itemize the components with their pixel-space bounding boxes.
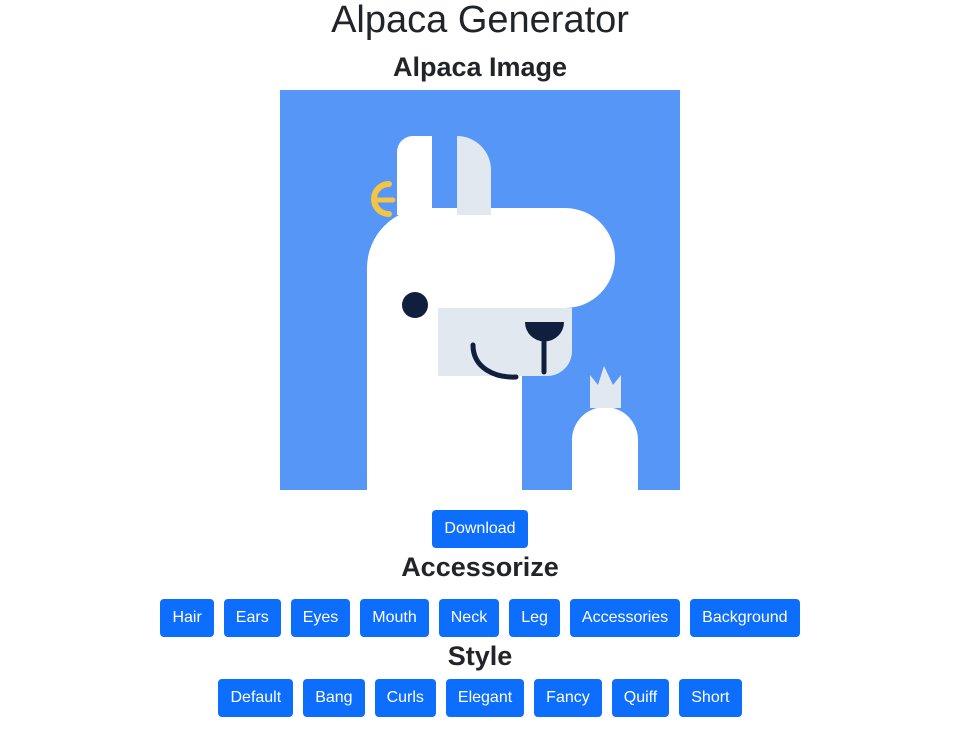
accessorize-hair-button[interactable]: Hair <box>160 599 214 637</box>
alpaca-ear-left <box>397 136 432 215</box>
style-elegant-button[interactable]: Elegant <box>445 679 525 717</box>
accessorize-mouth-button[interactable]: Mouth <box>360 599 429 637</box>
style-button-row: Default Bang Curls Elegant Fancy Quiff S… <box>0 679 960 717</box>
alpaca-muzzle <box>438 308 572 376</box>
accessorize-neck-button[interactable]: Neck <box>438 599 500 637</box>
style-short-button[interactable]: Short <box>679 679 742 717</box>
style-quiff-button[interactable]: Quiff <box>611 679 670 717</box>
accessorize-button-row: Hair Ears Eyes Mouth Neck Leg Accessorie… <box>0 599 960 637</box>
style-heading: Style <box>447 641 513 671</box>
accessorize-background-button[interactable]: Background <box>690 599 800 637</box>
alpaca-eye <box>402 292 428 318</box>
style-default-button[interactable]: Default <box>218 679 294 717</box>
alpaca-image <box>280 90 680 490</box>
download-button[interactable]: Download <box>432 510 528 548</box>
accessorize-ears-button[interactable]: Ears <box>223 599 281 637</box>
style-curls-button[interactable]: Curls <box>374 679 436 717</box>
accessorize-eyes-button[interactable]: Eyes <box>290 599 351 637</box>
alpaca-leg <box>572 407 638 490</box>
accessorize-leg-button[interactable]: Leg <box>509 599 560 637</box>
alpaca-image-heading: Alpaca Image <box>392 52 568 82</box>
style-bang-button[interactable]: Bang <box>303 679 365 717</box>
style-fancy-button[interactable]: Fancy <box>534 679 602 717</box>
download-row: Download <box>0 510 960 548</box>
alpaca-head <box>427 208 615 308</box>
accessorize-accessories-button[interactable]: Accessories <box>569 599 681 637</box>
page-title: Alpaca Generator <box>331 0 629 41</box>
accessorize-heading: Accessorize <box>401 552 559 582</box>
